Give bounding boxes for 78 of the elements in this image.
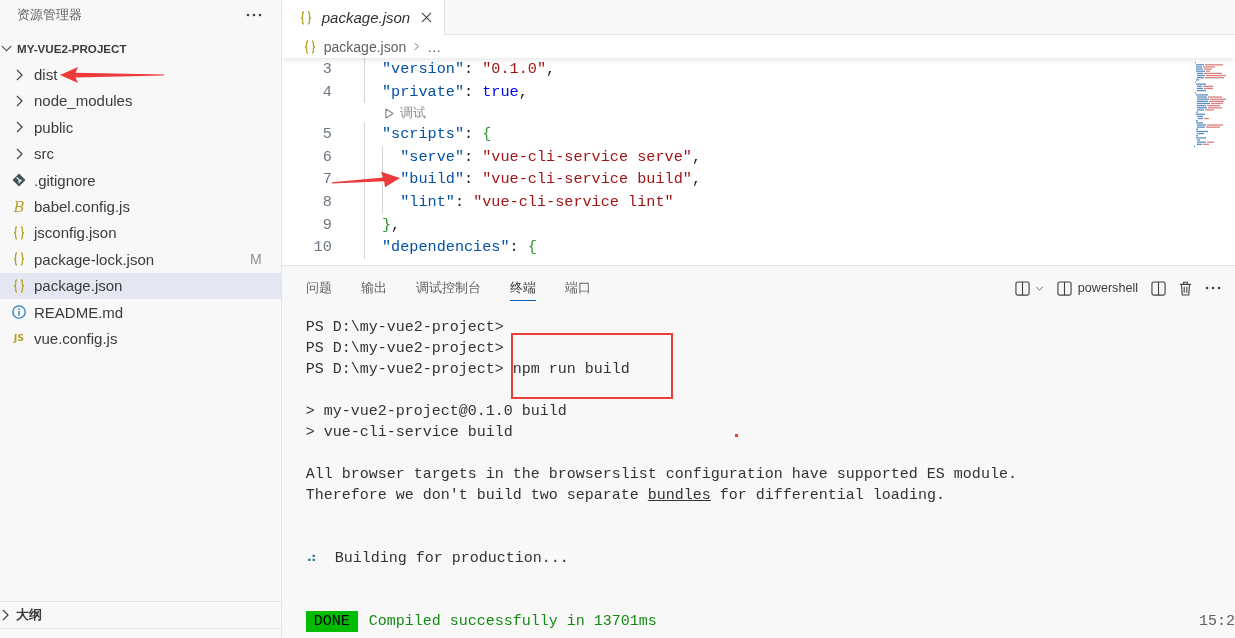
braces-icon — [13, 252, 25, 267]
tree-item[interactable]: B babel.config.js — [0, 193, 281, 220]
timestamp: 15:2 — [1199, 611, 1235, 632]
tree-item[interactable]: .gitignore — [0, 166, 281, 194]
code-line: "scripts": { — [382, 124, 492, 146]
tree-item[interactable]: JS vue.config.js — [0, 325, 281, 352]
tree-item[interactable]: node_modules — [0, 87, 281, 115]
braces-icon — [299, 10, 312, 25]
code-line: "dependencies": { — [382, 237, 537, 259]
more-icon — [1205, 286, 1221, 290]
split-terminal-button[interactable] — [1151, 280, 1166, 296]
panel-tab[interactable]: 调试控制台 — [415, 275, 481, 301]
panel-tab[interactable]: 端口 — [564, 275, 591, 301]
tree-item[interactable]: public — [0, 114, 281, 141]
code-line: }, — [382, 214, 401, 236]
diamond-icon — [12, 173, 26, 188]
line-number: 10 — [312, 237, 332, 259]
tree-item[interactable]: src — [0, 140, 281, 167]
tree-item[interactable]: package-lock.json M — [0, 246, 281, 273]
line-number: 4 — [321, 81, 332, 103]
panel-tab[interactable]: 终端 — [509, 275, 536, 301]
line-number: 9 — [321, 214, 332, 236]
caret-down-icon — [1034, 285, 1044, 291]
play-icon — [385, 107, 394, 119]
tree-item[interactable]: README.md — [0, 298, 281, 326]
braces-icon — [13, 278, 25, 293]
project-header[interactable]: MY-VUE2-PROJECT — [0, 35, 281, 62]
line-number: 7 — [321, 169, 332, 191]
status-letter: M — [250, 251, 262, 268]
close-icon[interactable] — [421, 12, 433, 23]
more-button[interactable] — [1205, 286, 1221, 290]
code-line: "version": "0.1.0", — [382, 59, 556, 80]
terminal-line: Therefore we don't build two separate bundles for differential loading. — [305, 485, 945, 506]
trash-icon — [1179, 280, 1192, 296]
tree-item[interactable]: package.json — [0, 272, 281, 299]
terminal-line: Building for production... — [334, 548, 569, 569]
split-panel-icon — [1056, 280, 1072, 296]
panel-tab[interactable]: 问题 — [305, 275, 332, 301]
explorer-title: 资源管理器 — [17, 7, 82, 23]
delete-button[interactable] — [1179, 280, 1192, 296]
terminal-line: Compiled successfully in 13701ms — [368, 611, 657, 632]
link[interactable]: bundles — [647, 486, 711, 504]
more-icon[interactable] — [245, 13, 262, 17]
breadcrumb-item[interactable]: package.json — [323, 38, 407, 55]
terminal-prompt: PS D:\my-vue2-project> — [305, 317, 504, 338]
info-icon — [12, 305, 26, 320]
spinner-icon: ⠴ — [305, 547, 317, 569]
layout-dropdown-button[interactable] — [1014, 280, 1044, 296]
terminal-line: > my-vue2-project@0.1.0 build — [305, 401, 567, 422]
done-badge: DONE — [305, 610, 358, 632]
line-number: 3 — [321, 59, 332, 80]
code-line: "private": true, — [382, 81, 528, 103]
stray-dot-mark — [734, 434, 738, 437]
terminal-command: npm run build — [512, 360, 630, 378]
split-panel-icon — [1151, 280, 1166, 296]
braces-icon — [13, 225, 25, 240]
terminal-prompt: PS D:\my-vue2-project> — [305, 359, 504, 380]
breadcrumb-item[interactable]: … — [427, 38, 442, 55]
section-header[interactable]: 大纲 — [0, 601, 281, 628]
code-line: "serve": "vue-cli-service serve", — [400, 146, 701, 168]
split-panel-icon — [1014, 280, 1030, 296]
panel-tab[interactable]: 输出 — [360, 275, 387, 301]
terminal-prompt: PS D:\my-vue2-project> — [305, 338, 504, 359]
line-number: 8 — [321, 191, 332, 213]
js-letters-icon: JS — [13, 332, 25, 345]
terminal-line: All browser targets in the browserslist configuration have supported ES module. — [305, 464, 1017, 485]
line-number: 6 — [321, 146, 332, 168]
braces-icon — [303, 39, 316, 54]
editor-tab[interactable]: package.json — [281, 0, 446, 35]
code-line: "build": "vue-cli-service build", — [400, 169, 701, 191]
tree-item[interactable]: dist — [0, 61, 281, 88]
chevron-right-icon — [414, 42, 420, 51]
tree-item[interactable]: jsconfig.json — [0, 219, 281, 247]
line-number: 5 — [321, 124, 332, 146]
b-letter-icon: B — [13, 198, 25, 215]
terminal-line: > vue-cli-service build — [305, 422, 513, 443]
code-line: "lint": "vue-cli-service lint" — [400, 191, 674, 213]
terminal-instance-button[interactable]: powershell — [1056, 280, 1138, 296]
